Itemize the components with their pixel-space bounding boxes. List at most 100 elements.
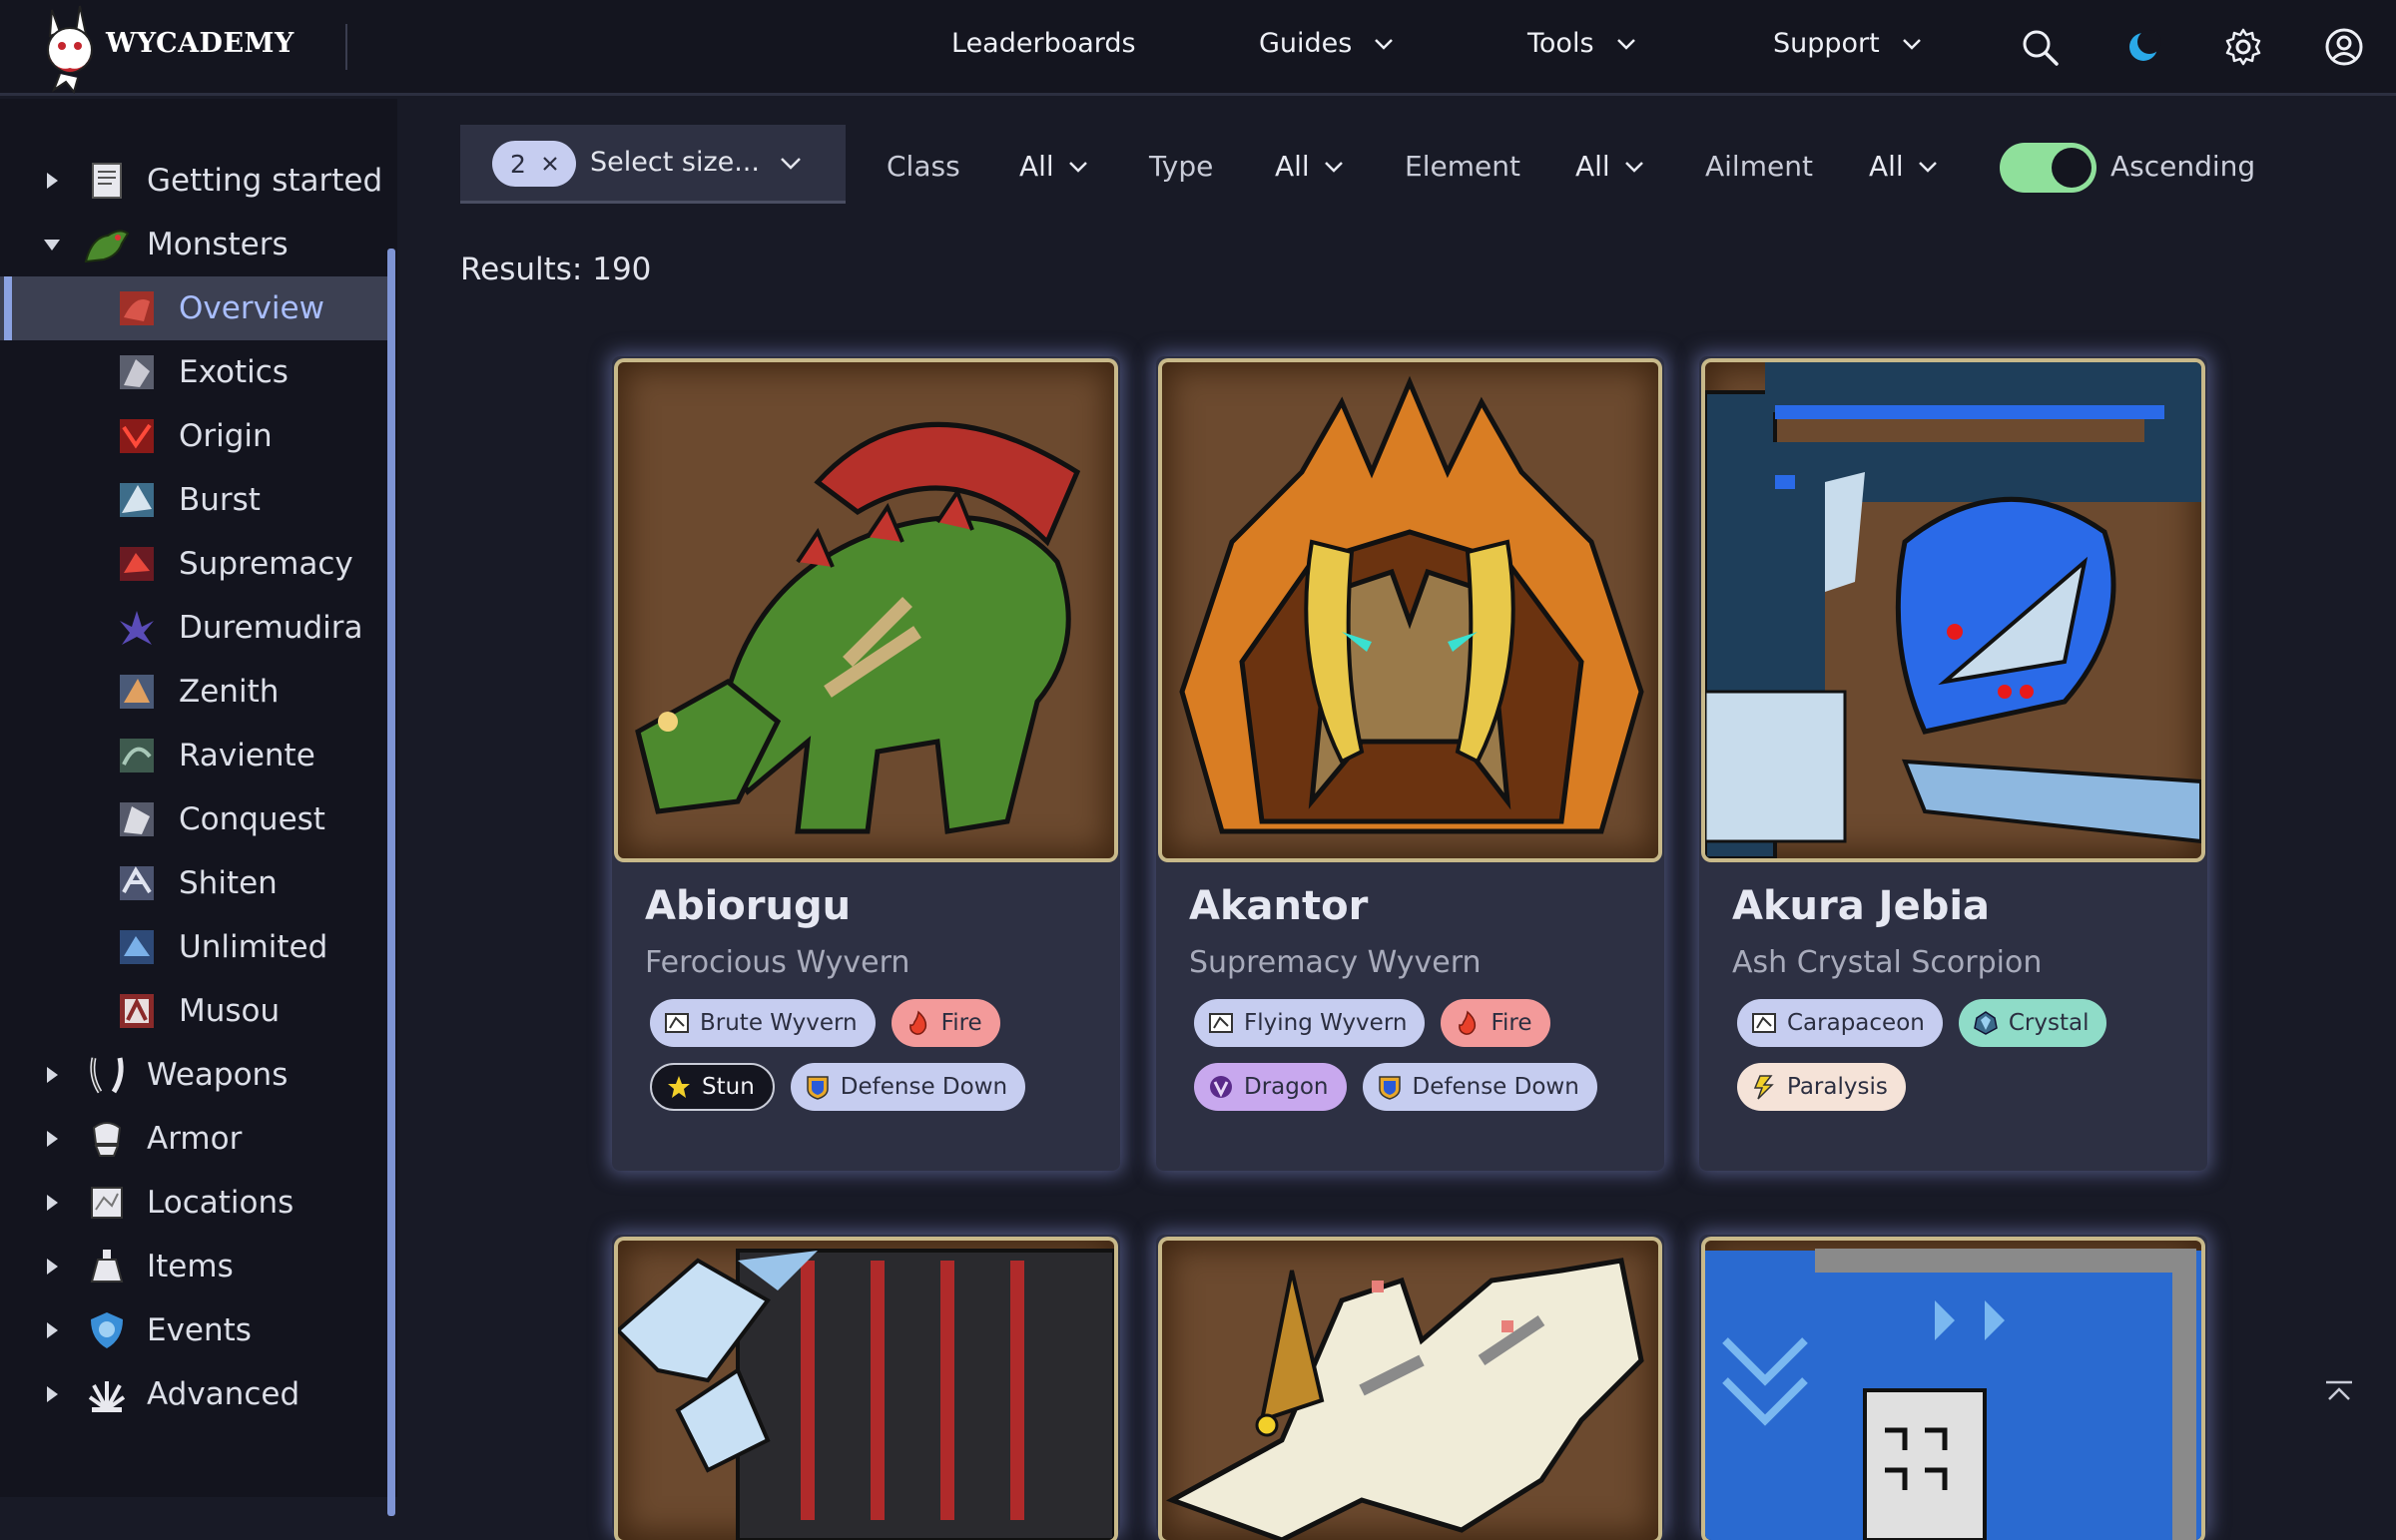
events-shield-icon	[91, 1312, 123, 1348]
sidebar-item-musou[interactable]: Musou	[0, 979, 387, 1043]
tag-element[interactable]: Crystal	[1958, 999, 2107, 1047]
close-icon[interactable]	[542, 156, 558, 172]
size-count: 2	[510, 149, 526, 179]
dragon-icon	[1210, 1076, 1232, 1098]
tag-ailment[interactable]: Stun	[650, 1063, 775, 1111]
sidebar-item-burst[interactable]: Burst	[0, 468, 387, 532]
size-select[interactable]: 2 Select size...	[460, 125, 846, 204]
sidebar-item-duremudira[interactable]: Duremudira	[0, 596, 387, 660]
monster-card-partial-2[interactable]	[1156, 1235, 1664, 1540]
monster-card-akura-jebia[interactable]: Akura Jebia Ash Crystal Scorpion Carapac…	[1699, 356, 2207, 1171]
potion-icon	[90, 1250, 124, 1283]
chevron-right-icon[interactable]	[44, 1066, 60, 1084]
tag-class[interactable]: Carapaceon	[1737, 999, 1943, 1047]
sidebar-item-locations[interactable]: Locations	[0, 1171, 387, 1235]
chevron-right-icon[interactable]	[44, 172, 60, 190]
nav-tools[interactable]: Tools	[1527, 28, 1636, 59]
sidebar-item-items[interactable]: Items	[0, 1235, 387, 1298]
chevron-down-icon	[1918, 161, 1937, 173]
zenith-icon	[120, 675, 154, 709]
ascending-toggle[interactable]	[2000, 143, 2096, 193]
monster-card-abiorugu[interactable]: Abiorugu Ferocious Wyvern Brute Wyvern F…	[612, 356, 1120, 1171]
sidebar-item-raviente[interactable]: Raviente	[0, 724, 387, 787]
tag-label: Fire	[940, 1010, 982, 1036]
sidebar-item-label: Getting started	[147, 163, 383, 199]
sidebar-item-armor[interactable]: Armor	[0, 1107, 387, 1171]
element-filter-select[interactable]: All	[1575, 150, 1644, 183]
tag-element[interactable]: Dragon	[1194, 1063, 1347, 1111]
tag-class[interactable]: Brute Wyvern	[650, 999, 876, 1047]
toggle-knob	[2052, 148, 2092, 188]
brand-name[interactable]: WYCADEMY	[106, 28, 295, 59]
scroll-to-top-icon[interactable]	[2324, 1379, 2354, 1403]
chevron-right-icon[interactable]	[44, 1385, 60, 1403]
chevron-down-icon	[1902, 38, 1921, 50]
theme-moon-icon[interactable]	[2122, 26, 2164, 68]
sidebar-item-label: Overview	[179, 290, 324, 326]
sidebar-item-label: Items	[147, 1249, 234, 1284]
chevron-down-icon[interactable]	[780, 157, 802, 171]
conquest-icon	[120, 802, 154, 836]
chevron-right-icon[interactable]	[44, 1258, 60, 1276]
weapons-icon	[90, 1057, 124, 1094]
results-count: Results: 190	[460, 252, 652, 287]
sidebar-scrollbar[interactable]	[387, 249, 395, 1516]
chevron-right-icon[interactable]	[44, 1130, 60, 1148]
chevron-down-icon[interactable]	[44, 236, 60, 254]
sidebar-item-unlimited[interactable]: Unlimited	[0, 915, 387, 979]
type-filter-label: Type	[1149, 150, 1214, 183]
header-divider	[345, 24, 347, 70]
tag-element[interactable]: Fire	[891, 999, 1000, 1047]
tag-label: Defense Down	[1412, 1074, 1579, 1100]
search-icon[interactable]	[2019, 26, 2061, 68]
raviente-icon	[120, 739, 154, 772]
sidebar-item-overview[interactable]: Overview	[0, 276, 387, 340]
nav-support[interactable]: Support	[1773, 28, 1922, 59]
settings-gear-icon[interactable]	[2222, 26, 2264, 68]
sidebar-item-zenith[interactable]: Zenith	[0, 660, 387, 724]
sidebar-item-origin[interactable]: Origin	[0, 404, 387, 468]
tag-ailment[interactable]: Defense Down	[790, 1063, 1026, 1111]
defense-down-icon	[807, 1076, 829, 1100]
sidebar-item-conquest[interactable]: Conquest	[0, 787, 387, 851]
class-filter-select[interactable]: All	[1019, 150, 1088, 183]
ailment-filter-select[interactable]: All	[1869, 150, 1938, 183]
sidebar-item-shiten[interactable]: Shiten	[0, 851, 387, 915]
nav-label: Tools	[1527, 28, 1594, 59]
sidebar-item-events[interactable]: Events	[0, 1298, 387, 1362]
sidebar-item-supremacy[interactable]: Supremacy	[0, 532, 387, 596]
tag-ailment[interactable]: Defense Down	[1362, 1063, 1597, 1111]
supremacy-icon	[120, 547, 154, 581]
nav-guides[interactable]: Guides	[1259, 28, 1394, 59]
tag-element[interactable]: Fire	[1441, 999, 1550, 1047]
account-icon[interactable]	[2323, 26, 2365, 68]
sidebar-item-getting-started[interactable]: Getting started	[0, 149, 387, 213]
monster-art	[618, 362, 1114, 858]
tag-class[interactable]: Flying Wyvern	[1194, 999, 1426, 1047]
nav-leaderboards[interactable]: Leaderboards	[951, 28, 1136, 59]
sidebar-item-label: Exotics	[179, 354, 289, 390]
chevron-right-icon[interactable]	[44, 1194, 60, 1212]
sidebar-item-advanced[interactable]: Advanced	[0, 1362, 387, 1426]
monster-card-partial-3[interactable]	[1699, 1235, 2207, 1540]
sidebar-item-exotics[interactable]: Exotics	[0, 340, 387, 404]
crystal-icon	[1974, 1011, 1998, 1035]
sidebar-item-weapons[interactable]: Weapons	[0, 1043, 387, 1107]
advanced-icon	[88, 1381, 126, 1412]
wycademy-logo-icon[interactable]	[30, 2, 110, 94]
monster-subtitle: Ash Crystal Scorpion	[1732, 945, 2043, 980]
monster-card-akantor[interactable]: Akantor Supremacy Wyvern Flying Wyvern F…	[1156, 356, 1664, 1171]
monster-card-partial-1[interactable]	[612, 1235, 1120, 1540]
musou-icon	[120, 994, 154, 1028]
chevron-right-icon[interactable]	[44, 1321, 60, 1339]
type-filter-select[interactable]: All	[1275, 150, 1344, 183]
tag-ailment[interactable]: Paralysis	[1737, 1063, 1906, 1111]
size-selected-chip[interactable]: 2	[492, 141, 576, 187]
sidebar-item-label: Events	[147, 1312, 252, 1348]
monster-name: Akantor	[1189, 883, 1369, 929]
chevron-down-icon	[1324, 161, 1343, 173]
tag-label: Crystal	[2008, 1010, 2090, 1036]
sidebar-item-monsters[interactable]: Monsters	[0, 213, 387, 276]
monster-art	[1162, 1241, 1658, 1540]
chevron-down-icon	[1616, 38, 1635, 50]
